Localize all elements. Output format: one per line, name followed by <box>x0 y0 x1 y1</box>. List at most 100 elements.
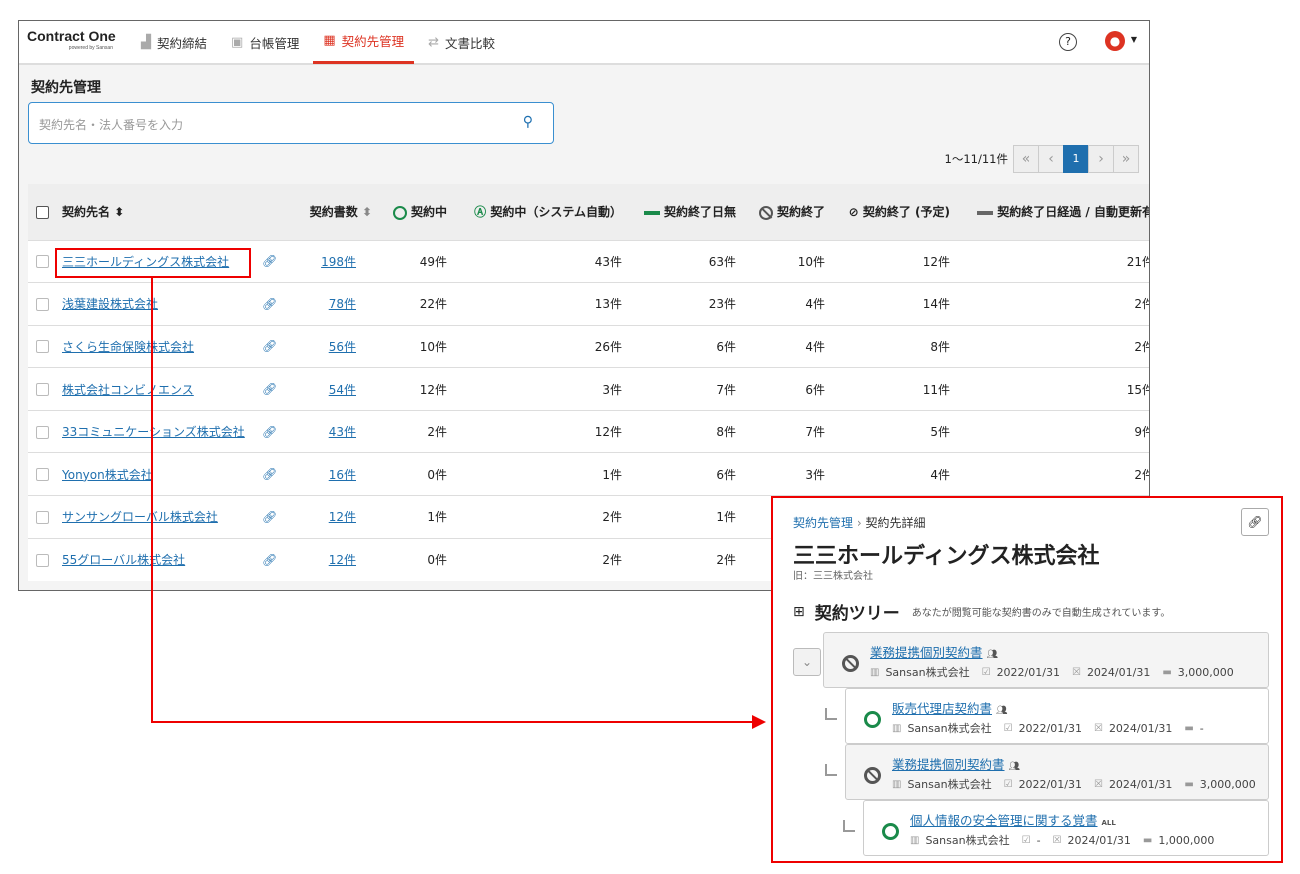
count-cell: 10件 <box>797 254 825 269</box>
link-icon[interactable]: 🔗︎ <box>262 339 277 353</box>
row-checkbox[interactable] <box>36 425 49 439</box>
count-cell: 12件 <box>922 254 950 269</box>
contract-tree-node: 販売代理店契約書 👥︎ ▥ Sansan株式会社 ☑ 2022/01/31 ☒ 2024… <box>845 688 1269 744</box>
contract-count-link[interactable]: 12件 <box>329 553 356 567</box>
counterparty-link[interactable]: 55グローバル株式会社 <box>62 553 185 567</box>
prev-page-button[interactable]: ‹ <box>1038 145 1064 173</box>
link-icon[interactable]: 🔗︎ <box>262 297 277 311</box>
count-cell: 12件 <box>594 425 622 440</box>
building-icon: ▦ <box>323 33 336 48</box>
contract-count-link[interactable]: 54件 <box>329 383 356 397</box>
tree-connector <box>825 764 837 776</box>
count-cell: 6件 <box>805 382 825 397</box>
start-date: 2022/01/31 <box>1018 721 1082 735</box>
count-cell: 43件 <box>594 254 622 269</box>
sort-icon[interactable]: ⬍ <box>114 205 124 219</box>
link-icon[interactable]: 🔗︎ <box>262 510 277 524</box>
copy-link-button[interactable]: 🔗︎ <box>1241 508 1269 536</box>
count-cell: 1件 <box>716 510 736 525</box>
contract-link[interactable]: 個人情報の安全管理に関する覚書 <box>910 813 1098 828</box>
link-icon[interactable]: 🔗︎ <box>262 425 277 439</box>
chevron-down-icon: ⌄ <box>801 655 813 669</box>
link-icon[interactable]: 🔗︎ <box>262 254 277 268</box>
contract-count-link[interactable]: 78件 <box>329 297 356 311</box>
tab-counterparty[interactable]: ▦ 契約先管理 <box>313 21 415 64</box>
tree-connector <box>843 820 855 832</box>
contract-count-link[interactable]: 16件 <box>329 468 356 482</box>
start-date: 2022/01/31 <box>1018 777 1082 791</box>
contract-count-link[interactable]: 56件 <box>329 340 356 354</box>
col-count[interactable]: 契約書数 ⬍ <box>292 184 372 240</box>
chevron-down-icon[interactable]: ▼ <box>1131 35 1137 44</box>
company-icon: ▥ <box>870 666 880 678</box>
row-checkbox[interactable] <box>36 297 49 311</box>
next-page-button[interactable]: › <box>1088 145 1114 173</box>
row-checkbox[interactable] <box>36 383 49 397</box>
contract-count-link[interactable]: 198件 <box>321 255 356 269</box>
page-title: 契約先管理 <box>31 80 101 96</box>
contract-count-link[interactable]: 12件 <box>329 510 356 524</box>
count-cell: 8件 <box>930 339 950 354</box>
table-row: 浅葉建設株式会社 🔗︎ 78件 22件 13件 23件 4件 14件 2件 <box>28 282 1149 326</box>
logo[interactable]: Contract One powered by Sansan <box>27 29 127 54</box>
people-icon: 👥︎ <box>1008 762 1020 772</box>
compare-arrows-icon: ⇄ <box>428 34 440 50</box>
counterparty-link[interactable]: さくら生命保険株式会社 <box>62 340 194 354</box>
tab-ledger[interactable]: ▣ 台帳管理 <box>221 21 309 64</box>
col-name[interactable]: 契約先名 ⬍ <box>62 184 262 240</box>
count-cell: 14件 <box>922 297 950 312</box>
count-cell: 7件 <box>716 382 736 397</box>
sort-icon[interactable]: ⬍ <box>362 205 372 219</box>
stamp-icon: ▟ <box>141 34 151 50</box>
people-icon: 👥︎ <box>986 650 998 660</box>
tab-compare[interactable]: ⇄ 文書比較 <box>418 21 505 64</box>
count-cell: 49件 <box>419 254 447 269</box>
tree-icon: ⊞ <box>793 603 805 620</box>
search-input[interactable]: 契約先名・法人番号を入力 ⚲ <box>28 102 554 144</box>
counterparty-link[interactable]: サンサングローバル株式会社 <box>62 510 218 524</box>
contract-link[interactable]: 業務提携個別契約書 <box>870 645 983 660</box>
company-icon: ▥ <box>892 778 902 790</box>
breadcrumb: 契約先管理 › 契約先詳細 <box>793 516 926 530</box>
help-icon[interactable]: ? <box>1059 33 1077 51</box>
amount: 3,000,000 <box>1177 665 1234 679</box>
breadcrumb-link[interactable]: 契約先管理 <box>793 516 853 530</box>
link-icon[interactable]: 🔗︎ <box>262 467 277 481</box>
page-1-button[interactable]: 1 <box>1063 145 1089 173</box>
tab-contract-signing[interactable]: ▟ 契約締結 <box>131 21 217 64</box>
row-checkbox[interactable] <box>36 553 49 567</box>
row-checkbox[interactable] <box>36 468 49 482</box>
counterparty-link[interactable]: 33コミュニケーションズ株式会社 <box>62 425 245 439</box>
first-page-button[interactable]: « <box>1013 145 1039 173</box>
link-icon[interactable]: 🔗︎ <box>262 382 277 396</box>
count-cell: 2件 <box>1134 467 1149 482</box>
start-date-icon: ☑ <box>1003 778 1013 790</box>
row-checkbox[interactable] <box>36 510 49 524</box>
counterparty-link[interactable]: 浅葉建設株式会社 <box>62 297 158 311</box>
start-date-icon: ☑ <box>1021 834 1031 846</box>
end-date: 2024/01/31 <box>1067 833 1131 847</box>
company: Sansan株式会社 <box>907 722 992 735</box>
contract-link[interactable]: 業務提携個別契約書 <box>892 757 1005 772</box>
search-icon[interactable]: ⚲ <box>523 114 533 130</box>
user-avatar-icon[interactable]: ● <box>1105 31 1125 51</box>
ledger-icon: ▣ <box>231 34 244 50</box>
counterparty-link[interactable]: 株式会社コンビノエンス <box>62 383 194 397</box>
last-page-button[interactable]: » <box>1113 145 1139 173</box>
count-cell: 6件 <box>716 339 736 354</box>
contract-tree-node: 業務提携個別契約書 👥︎ ▥ Sansan株式会社 ☑ 2022/01/31 ☒ 202… <box>823 632 1269 688</box>
select-all-checkbox[interactable] <box>36 205 49 219</box>
count-cell: 1件 <box>602 467 622 482</box>
row-checkbox[interactable] <box>36 340 49 354</box>
link-icon[interactable]: 🔗︎ <box>262 553 277 567</box>
terminated-status-icon <box>864 765 881 784</box>
contract-link[interactable]: 販売代理店契約書 <box>892 701 992 716</box>
count-cell: 4件 <box>805 339 825 354</box>
end-date: 2024/01/31 <box>1086 665 1151 679</box>
collapse-button[interactable]: ⌄ <box>793 648 821 676</box>
counterparty-link[interactable]: Yonyon株式会社 <box>62 468 153 482</box>
row-checkbox[interactable] <box>36 255 49 269</box>
count-cell: 9件 <box>1134 425 1149 440</box>
expired-auto-renew-icon <box>977 210 994 215</box>
contract-count-link[interactable]: 43件 <box>329 425 356 439</box>
